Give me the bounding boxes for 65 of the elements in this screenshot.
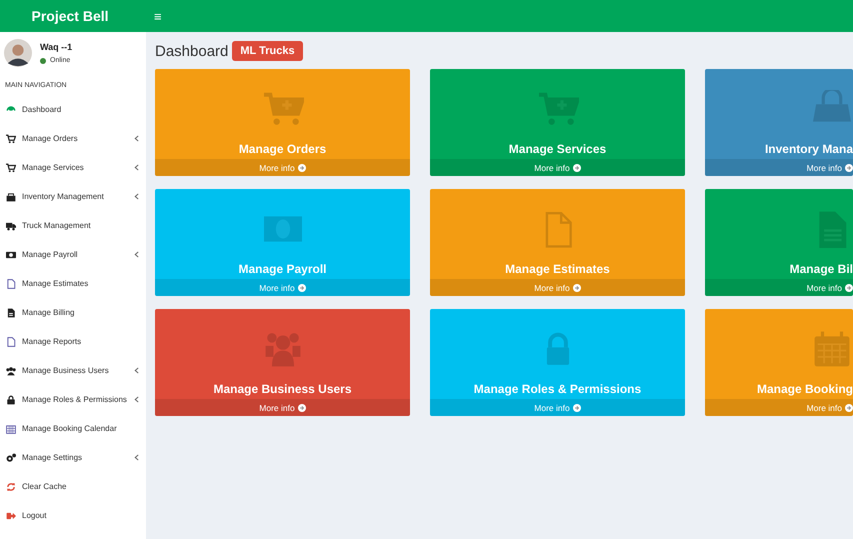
avatar [4,39,32,67]
nav-item[interactable]: Truck Management [0,211,146,240]
arrow-circle-icon [845,404,853,412]
chevron-icon [134,193,139,200]
nav-item[interactable]: Manage Business Users [0,356,146,385]
gears-icon [6,452,16,462]
money-icon [6,250,16,260]
card-title: Manage Bil [790,262,853,276]
arrow-circle-icon [572,404,581,412]
file-icon [6,336,16,346]
arrow-circle-icon [845,284,853,292]
nav-item[interactable]: Inventory Management [0,182,146,211]
card-title: Inventory Mana [764,142,853,156]
arrow-circle-icon [572,164,581,172]
card-title: Manage Payroll [238,262,327,276]
file-icon [6,278,16,288]
card-title: Manage Orders [238,142,326,156]
nav-item[interactable]: Manage Estimates [0,269,146,298]
nav-item[interactable]: Manage Orders [0,124,146,153]
chevron-icon [134,454,139,461]
cart-icon [536,90,578,128]
calendar-icon [6,424,16,434]
cart-icon [6,162,16,172]
chevron-icon [134,164,139,171]
online-dot [40,58,46,64]
more-info-link[interactable]: More info [430,159,685,176]
cart-icon [6,134,16,144]
nav-item[interactable]: Clear Cache [0,472,146,501]
card-title: Manage Roles & Permissions [474,382,642,396]
card-title: Manage Business Users [213,382,352,396]
nav-item[interactable]: Logout [0,501,146,530]
nav-item[interactable]: Manage Booking Calendar [0,414,146,443]
chevron-icon [134,135,139,142]
arrow-circle-icon [845,164,853,172]
more-info-link[interactable]: More info [705,159,853,176]
more-info-link[interactable]: More info [155,399,410,416]
bag-icon [6,192,16,202]
document-icon [6,308,16,318]
card-title: Manage Booking [756,382,853,396]
company-badge: ML Trucks [232,41,303,61]
chevron-icon [134,367,139,374]
arrow-circle-icon [298,284,306,292]
nav-item[interactable]: Dashboard [0,95,146,124]
page-title: Dashboard [155,42,228,60]
cart-icon [262,90,304,128]
chevron-icon [134,396,139,403]
card-title: Manage Estimates [505,262,610,276]
truck-icon [6,220,16,230]
lock-icon [6,394,16,404]
arrow-circle-icon [298,164,306,172]
nav-item[interactable]: Manage Billing [0,298,146,327]
refresh-icon [6,482,16,492]
arrow-circle-icon [298,404,306,412]
users-icon [6,366,16,376]
sign-out-icon [6,510,16,520]
arrow-circle-icon [572,284,581,292]
nav-item[interactable]: Manage Reports [0,327,146,356]
nav-item[interactable]: Manage Payroll [0,240,146,269]
nav-item[interactable]: Manage Services [0,153,146,182]
user-name: Waq --1 [40,42,72,52]
nav-item[interactable]: Manage Roles & Permissions [0,385,146,414]
more-info-link[interactable]: More info [705,279,853,296]
nav-item[interactable]: Manage Settings [0,443,146,472]
card-title: Manage Services [508,142,606,156]
chevron-icon [134,251,139,258]
